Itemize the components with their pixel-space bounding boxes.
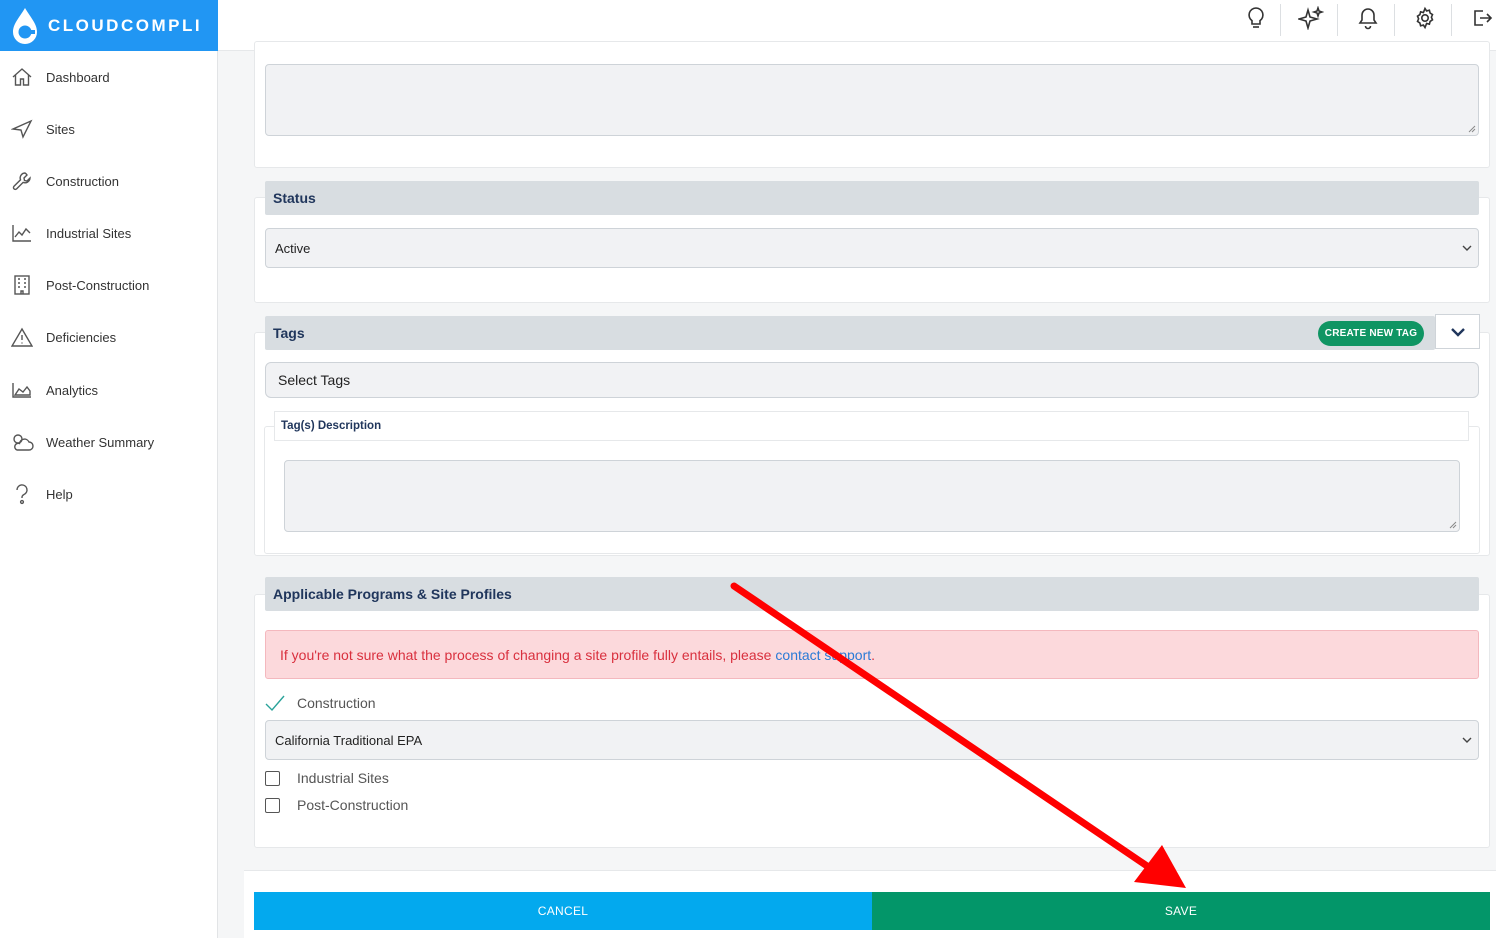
status-selected-value: Active: [275, 240, 311, 256]
chevron-down-icon: [1450, 327, 1465, 337]
resize-grip-icon: [1449, 521, 1457, 529]
sidebar-item-label: Post-Construction: [46, 277, 150, 293]
sidebar-item-help[interactable]: Help: [0, 474, 218, 514]
chevron-down-icon: [1462, 737, 1472, 743]
industry-chart-icon: [10, 221, 34, 245]
droplet-logo-icon: [13, 7, 37, 44]
construction-program-row[interactable]: Construction: [264, 694, 376, 712]
site-profile-alert: If you're not sure what the process of c…: [265, 630, 1479, 679]
sidebar-item-label: Industrial Sites: [46, 225, 132, 241]
sidebar-item-construction[interactable]: Construction: [0, 161, 218, 201]
sidebar-item-label: Analytics: [46, 382, 99, 398]
area-chart-icon: [10, 378, 34, 402]
construction-profile-select[interactable]: California Traditional EPA: [265, 720, 1479, 760]
chevron-down-icon: [1462, 245, 1472, 251]
industrial-sites-checkbox[interactable]: [265, 770, 280, 786]
toolbar-separator: [1394, 4, 1395, 36]
cancel-button[interactable]: CANCEL: [254, 892, 872, 930]
logout-icon[interactable]: [1462, 4, 1496, 32]
tags-collapse-toggle[interactable]: [1435, 314, 1480, 349]
construction-profile-value: California Traditional EPA: [275, 732, 423, 748]
toolbar-separator: [1451, 4, 1452, 36]
alert-text: If you're not sure what the process of c…: [280, 646, 772, 663]
sidebar-item-label: Dashboard: [46, 69, 110, 85]
status-select[interactable]: Active: [265, 228, 1479, 268]
sidebar-item-label: Deficiencies: [46, 329, 117, 345]
sidebar-item-label: Help: [46, 486, 73, 502]
tag-description-header: Tag(s) Description: [274, 411, 1469, 441]
save-button[interactable]: SAVE: [872, 892, 1490, 930]
sidebar-item-label: Sites: [46, 121, 75, 137]
sidebar-item-dashboard[interactable]: Dashboard: [0, 57, 218, 97]
sidebar-item-industrial-sites[interactable]: Industrial Sites: [0, 213, 218, 253]
industrial-sites-row[interactable]: Industrial Sites: [265, 770, 389, 786]
programs-header: Applicable Programs & Site Profiles: [265, 577, 1479, 611]
home-icon: [10, 65, 34, 89]
post-construction-row[interactable]: Post-Construction: [265, 797, 408, 813]
toolbar-separator: [1280, 4, 1281, 36]
building-icon: [10, 273, 34, 297]
resize-grip-icon: [1468, 125, 1476, 133]
gear-icon[interactable]: [1405, 4, 1445, 32]
post-construction-label: Post-Construction: [297, 797, 409, 813]
sidebar-item-deficiencies[interactable]: Deficiencies: [0, 317, 218, 357]
tag-description-textarea[interactable]: [284, 460, 1460, 532]
brand-logo[interactable]: CLOUDCOMPLI: [0, 0, 218, 51]
weather-cloud-icon: [10, 430, 34, 454]
wrench-icon: [10, 169, 34, 193]
description-textarea[interactable]: [265, 64, 1479, 136]
help-icon: [10, 482, 34, 506]
sidebar-item-weather-summary[interactable]: Weather Summary: [0, 422, 218, 462]
sidebar-item-label: Construction: [46, 173, 119, 189]
tags-header: Tags: [265, 316, 1435, 350]
toolbar-separator: [1337, 4, 1338, 36]
sidebar-item-post-construction[interactable]: Post-Construction: [0, 265, 218, 305]
navigation-arrow-icon: [10, 117, 34, 141]
sidebar-item-label: Weather Summary: [46, 434, 155, 450]
tags-select[interactable]: Select Tags: [265, 362, 1479, 398]
sidebar: Dashboard Sites Construction Industrial …: [0, 51, 218, 938]
industrial-sites-label: Industrial Sites: [297, 770, 389, 786]
lightbulb-icon[interactable]: [1236, 4, 1276, 32]
warning-icon: [10, 325, 34, 349]
sparkle-icon[interactable]: [1291, 4, 1331, 32]
tags-select-placeholder: Select Tags: [278, 372, 351, 388]
create-new-tag-button[interactable]: CREATE NEW TAG: [1318, 321, 1424, 346]
bell-icon[interactable]: [1348, 4, 1388, 32]
sidebar-item-sites[interactable]: Sites: [0, 109, 218, 149]
construction-program-label: Construction: [297, 695, 376, 711]
brand-name: CLOUDCOMPLI: [48, 15, 203, 35]
checkmark-icon: [265, 695, 285, 712]
tags-header-title: Tags: [273, 325, 305, 341]
sidebar-item-analytics[interactable]: Analytics: [0, 370, 218, 410]
contact-support-link[interactable]: contact support: [775, 647, 871, 663]
tag-description-label: Tag(s) Description: [281, 420, 382, 432]
main-content: Status Active Tags CREATE NEW TAG Select…: [244, 41, 1496, 938]
post-construction-checkbox[interactable]: [265, 797, 280, 813]
alert-end: .: [871, 646, 876, 663]
status-header: Status: [265, 181, 1479, 215]
